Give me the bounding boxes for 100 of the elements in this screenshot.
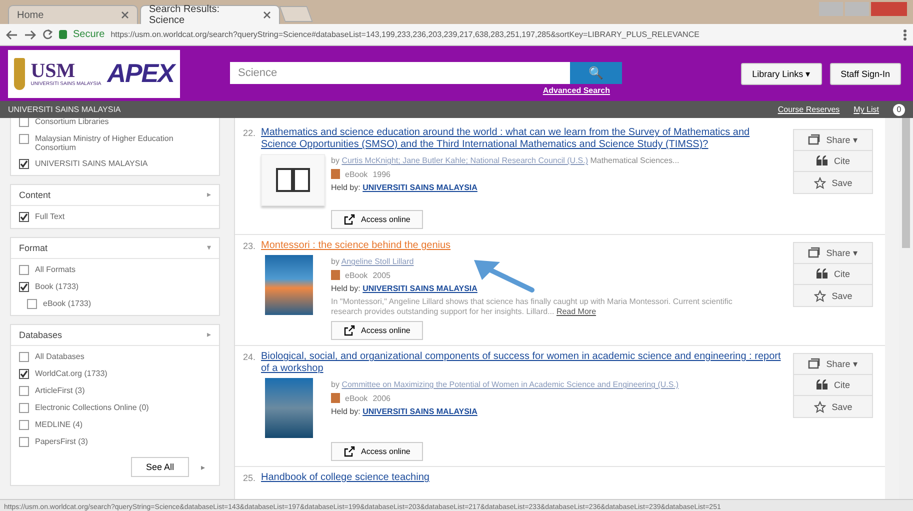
browser-tab[interactable]: Search Results: Science	[140, 5, 280, 24]
year-label: 2006	[372, 394, 390, 402]
filter-label: All Formats	[35, 265, 76, 274]
filter-label: ArticleFirst (3)	[35, 386, 85, 395]
checkbox[interactable]	[19, 369, 29, 379]
filter-label: WorldCat.org (1733)	[35, 369, 108, 378]
subject-text: Mathematical Sciences...	[590, 156, 680, 165]
menu-icon[interactable]	[903, 28, 907, 40]
result-title-link[interactable]: Handbook of college science teaching	[261, 472, 873, 484]
result-title-link[interactable]: Mathematics and science education around the world : what can we learn from the Survey of Mathematics and Science Opportunities (SMSO) and the Third International Mathematics and Science Study (TIMSS)?	[261, 127, 783, 151]
filter-label: eBook (1733)	[43, 299, 92, 308]
result-number: 22.	[243, 127, 257, 140]
facet-title: Content	[19, 190, 51, 200]
star-icon	[814, 290, 826, 302]
crest-icon	[14, 58, 25, 90]
expand-button[interactable]: ▸	[195, 457, 211, 477]
quote-icon	[816, 155, 828, 167]
result-title-link[interactable]: Biological, social, and organizational components of success for women in academic science and engineering : report of a workshop	[261, 351, 783, 375]
checkbox[interactable]	[19, 386, 29, 396]
forward-icon[interactable]	[24, 30, 36, 40]
course-reserves-link[interactable]: Course Reserves	[778, 105, 840, 114]
external-link-icon	[344, 325, 355, 336]
tab-title: Search Results: Science	[149, 4, 221, 26]
filter-label: Malaysian Ministry of Higher Education Consortium	[35, 134, 174, 152]
browser-tab[interactable]: Home	[8, 5, 138, 24]
read-more-link[interactable]: Read More	[556, 307, 596, 316]
by-label: by	[331, 257, 340, 266]
checkbox[interactable]	[19, 212, 29, 222]
filter-label: MEDLINE (4)	[35, 420, 83, 429]
my-list-link[interactable]: My List	[854, 105, 879, 114]
year-label: 2005	[372, 270, 390, 280]
logo-text: USM	[30, 60, 76, 80]
library-links-dropdown[interactable]: Library Links ▾	[741, 62, 822, 84]
filter-label: Full Text	[35, 212, 65, 221]
filter-label: All Databases	[35, 352, 84, 361]
format-label: eBook	[345, 270, 368, 280]
new-tab-button[interactable]	[279, 6, 313, 22]
book-cover-image	[265, 378, 313, 438]
by-label: by	[331, 156, 340, 165]
share-icon	[808, 134, 820, 146]
facet-title: Format	[19, 243, 48, 253]
scrollbar-thumb[interactable]	[902, 118, 910, 248]
security-label: Secure	[73, 29, 105, 40]
ebook-icon	[331, 393, 340, 403]
star-icon	[814, 176, 826, 188]
held-by-label: Held by:	[331, 407, 360, 416]
held-by-label: Held by:	[331, 183, 360, 192]
share-icon	[808, 247, 820, 259]
description-text: In "Montessori," Angeline Lillard shows that science has finally caught up with Maria Montessori. Current scientific research provides outstanding support for her insights. Lillard... Read More	[331, 297, 734, 317]
book-cover-image	[265, 255, 313, 315]
filter-label: Consortium Libraries	[35, 118, 109, 126]
checkbox[interactable]	[19, 420, 29, 430]
result-number: 23.	[243, 240, 257, 253]
format-label: eBook	[345, 394, 368, 402]
library-link[interactable]: UNIVERSITI SAINS MALAYSIA	[362, 183, 478, 192]
search-field[interactable]: Science	[230, 62, 570, 84]
star-icon	[814, 400, 826, 412]
checkbox[interactable]	[19, 437, 29, 447]
reload-icon[interactable]	[42, 29, 53, 40]
institution-name: UNIVERSITI SAINS MALAYSIA	[8, 105, 121, 114]
facet-title: Databases	[19, 330, 62, 340]
lock-icon	[59, 30, 67, 39]
library-link[interactable]: UNIVERSITI SAINS MALAYSIA	[362, 284, 478, 293]
filter-label: Electronic Collections Online (0)	[35, 403, 149, 412]
see-all-button[interactable]: See All	[130, 457, 189, 477]
by-label: by	[331, 380, 340, 389]
advanced-search-link[interactable]: Advanced Search	[542, 86, 610, 95]
held-by-label: Held by:	[331, 284, 360, 293]
external-link-icon	[344, 446, 355, 457]
count-badge: 0	[893, 104, 905, 116]
library-link[interactable]: UNIVERSITI SAINS MALAYSIA	[362, 407, 478, 416]
close-icon[interactable]	[121, 11, 129, 19]
close-icon[interactable]	[263, 11, 271, 19]
ebook-icon	[331, 270, 340, 280]
address-field[interactable]: https://usm.on.worldcat.org/search?queryString=Science#databaseList=143,199,233,236,203,239,217,638,283,251,197,285&sortKey=LIBRARY_PLUS_RELEVANCE	[110, 30, 897, 39]
format-label: eBook	[345, 170, 368, 178]
back-icon[interactable]	[6, 30, 18, 40]
checkbox[interactable]	[19, 403, 29, 413]
year-label: 1996	[372, 170, 390, 178]
filter-label: Book (1733)	[35, 282, 79, 291]
access-online-button[interactable]: Access online	[331, 442, 424, 461]
result-number: 24.	[243, 351, 257, 364]
access-online-button[interactable]: Access online	[331, 321, 424, 340]
external-link-icon	[344, 214, 355, 225]
checkbox[interactable]	[19, 265, 29, 275]
access-online-button[interactable]: Access online	[331, 210, 424, 229]
ebook-icon	[331, 169, 340, 179]
book-icon	[261, 154, 325, 206]
tab-title: Home	[17, 10, 44, 20]
checkbox[interactable]	[19, 159, 29, 169]
quote-icon	[816, 268, 828, 280]
checkbox[interactable]	[27, 299, 37, 309]
result-number: 25.	[243, 472, 257, 484]
checkbox[interactable]	[19, 352, 29, 362]
checkbox[interactable]	[19, 118, 29, 127]
staff-sign-in-button[interactable]: Staff Sign-In	[830, 62, 901, 84]
filter-label: UNIVERSITI SAINS MALAYSIA	[35, 159, 148, 168]
checkbox[interactable]	[19, 282, 29, 292]
quote-icon	[816, 379, 828, 391]
checkbox[interactable]	[19, 134, 29, 144]
